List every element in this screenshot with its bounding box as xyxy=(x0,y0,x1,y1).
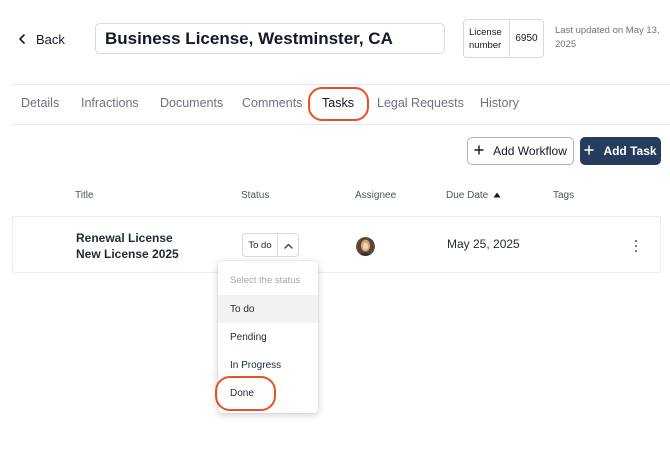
status-select[interactable]: To do xyxy=(242,233,299,257)
tab-comments[interactable]: Comments xyxy=(242,96,302,110)
page-title: Business License, Westminster, CA xyxy=(95,23,445,54)
task-title-line: New License 2025 xyxy=(76,247,179,261)
task-title-line: Renewal License xyxy=(76,231,173,245)
tab-details[interactable]: Details xyxy=(21,96,59,110)
table-row[interactable]: Renewal License New License 2025 To do M… xyxy=(12,216,661,273)
chevron-up-icon xyxy=(283,236,293,254)
status-option-in-progress[interactable]: In Progress xyxy=(218,351,318,379)
add-workflow-label: Add Workflow xyxy=(493,144,567,158)
column-header-due-date[interactable]: Due Date xyxy=(446,190,501,201)
page-header: Back Business License, Westminster, CA L… xyxy=(0,0,670,84)
status-option-to-do[interactable]: To do xyxy=(218,295,318,323)
column-header-assignee[interactable]: Assignee xyxy=(355,190,396,201)
highlight-circle-done xyxy=(215,376,276,411)
highlight-circle-tasks xyxy=(308,87,369,121)
plus-icon xyxy=(584,144,595,158)
tab-infractions[interactable]: Infractions xyxy=(81,96,139,110)
due-date-header-label: Due Date xyxy=(446,190,489,201)
status-option-pending[interactable]: Pending xyxy=(218,323,318,351)
task-title[interactable]: Renewal License New License 2025 xyxy=(76,230,179,262)
back-button[interactable]: Back xyxy=(18,28,65,50)
last-updated-text: Last updated on May 13, 2025 xyxy=(555,25,660,50)
license-number-value: 6950 xyxy=(515,33,538,44)
more-vertical-icon[interactable] xyxy=(632,237,640,255)
status-value[interactable]: To do xyxy=(243,234,278,256)
add-workflow-button[interactable]: Add Workflow xyxy=(467,137,574,165)
dropdown-placeholder: Select the status xyxy=(230,275,301,286)
tab-legal-requests[interactable]: Legal Requests xyxy=(377,96,464,110)
license-number-label: License number xyxy=(464,20,510,57)
plus-icon xyxy=(474,144,484,158)
column-header-tags[interactable]: Tags xyxy=(553,190,574,201)
due-date: May 25, 2025 xyxy=(447,237,520,251)
divider xyxy=(12,124,670,125)
sort-ascending-icon xyxy=(493,190,501,201)
column-header-status[interactable]: Status xyxy=(241,190,269,201)
chevron-left-icon xyxy=(18,34,26,44)
license-number-box: License number 6950 xyxy=(463,19,544,58)
back-label: Back xyxy=(36,31,65,47)
tab-documents[interactable]: Documents xyxy=(160,96,223,110)
tab-history[interactable]: History xyxy=(480,96,519,110)
add-task-label: Add Task xyxy=(603,144,657,158)
avatar[interactable] xyxy=(356,237,375,256)
status-toggle[interactable] xyxy=(278,234,298,256)
add-task-button[interactable]: Add Task xyxy=(580,137,661,165)
column-header-title[interactable]: Title xyxy=(75,190,94,201)
